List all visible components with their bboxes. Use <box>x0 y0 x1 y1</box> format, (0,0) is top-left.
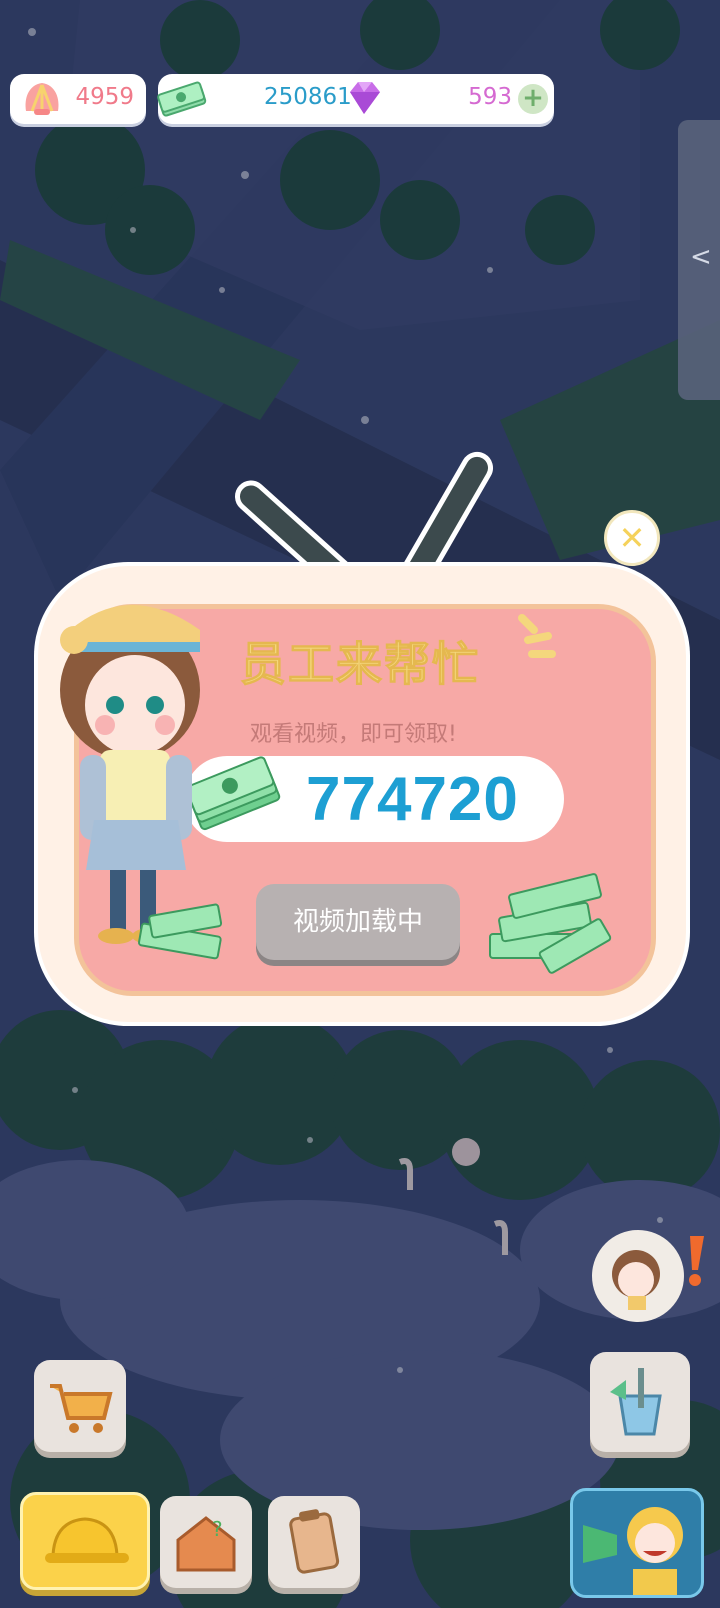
shell-currency-panel[interactable]: 4959 <box>10 74 146 124</box>
chevron-left-icon: < <box>690 242 712 272</box>
cash-pile-decoration <box>489 873 612 974</box>
cleaning-button[interactable] <box>590 1352 690 1452</box>
hard-hat-icon <box>45 1517 129 1563</box>
toolbox-button[interactable]: ? <box>160 1496 252 1588</box>
promo-character-button[interactable] <box>570 1488 704 1598</box>
money-gem-panel[interactable]: 250861 593 + <box>157 74 554 124</box>
money-count: 250861 <box>264 84 352 110</box>
cash-stack-icon <box>157 81 207 117</box>
dialog-title: 员工来帮忙 <box>240 637 480 692</box>
exclamation-icon <box>689 1236 704 1286</box>
seashell-icon <box>25 83 59 115</box>
cash-pile-decoration <box>137 903 223 960</box>
svg-text:?: ? <box>212 1517 223 1541</box>
side-panel-tab[interactable]: < <box>678 120 720 400</box>
tasks-button[interactable] <box>268 1496 360 1588</box>
gem-icon <box>350 82 380 114</box>
watch-video-button[interactable]: 视频加载中 <box>256 884 460 960</box>
sparkle-lines-icon <box>518 614 556 658</box>
build-mode-button[interactable] <box>20 1492 150 1590</box>
shopping-cart-icon <box>50 1384 113 1433</box>
bucket-icon <box>610 1368 662 1436</box>
shell-count: 4959 <box>75 84 134 110</box>
megaphone-character-icon <box>583 1507 683 1595</box>
npc-notification-bubble[interactable] <box>592 1230 684 1322</box>
toolbox-icon: ? <box>176 1516 236 1572</box>
add-gems-button[interactable]: + <box>518 84 548 114</box>
close-icon[interactable] <box>604 510 660 566</box>
dialog-subtitle: 观看视频，即可领取! <box>250 722 457 747</box>
shop-button[interactable] <box>34 1360 126 1452</box>
gem-count: 593 <box>468 84 512 110</box>
reward-amount: 774720 <box>306 765 519 834</box>
clipboard-icon <box>289 1509 340 1574</box>
npc-girl-avatar-icon <box>612 1250 660 1310</box>
